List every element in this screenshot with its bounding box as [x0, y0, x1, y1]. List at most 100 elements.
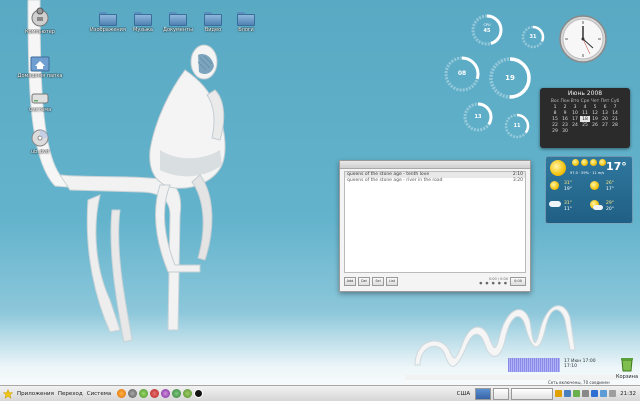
calendar-day[interactable]: 30	[560, 128, 570, 134]
sun-icon	[550, 181, 559, 190]
track-title: queens of the stone age - river in the r…	[347, 178, 443, 183]
calendar-weekday: Вто	[570, 98, 580, 104]
workspace-1[interactable]	[475, 387, 492, 400]
folder-icon	[204, 12, 222, 26]
calendar-title: Июнь 2008	[567, 90, 603, 97]
forecast-lo: 19°	[564, 187, 572, 192]
playback-time: 0:00 / 0:00 ● ● ● ● ●	[479, 277, 508, 285]
trash-label: Корзина	[615, 374, 639, 380]
forecast-hi: 29°	[606, 201, 614, 206]
cloud-icon	[549, 201, 561, 207]
calendar-widget: Июнь 2008 Вос Пон Вто Сре Чет Пят Суб 1 …	[540, 88, 630, 148]
transport-dots[interactable]: ● ● ● ● ●	[479, 281, 508, 285]
battery-icon[interactable]	[573, 390, 581, 397]
workspace-2[interactable]	[493, 387, 510, 400]
folder-icon	[169, 12, 187, 26]
calendar-weekday: Пят	[600, 98, 610, 104]
meter-value: 19	[505, 74, 515, 82]
calendar-weekday: Сре	[580, 98, 590, 104]
sun-icon	[590, 181, 599, 190]
sun-icon	[581, 159, 588, 166]
calendar-weekday: Пон	[560, 98, 570, 104]
keyboard-layout[interactable]: США	[457, 391, 470, 397]
meter-3: 08	[442, 54, 482, 94]
calendar-day	[590, 128, 600, 134]
calendar-grid: Вос Пон Вто Сре Чет Пят Суб 1 2 3 4 5 6 …	[550, 98, 620, 134]
home-folder-icon	[30, 56, 50, 72]
panel-clock[interactable]: 21:32	[620, 391, 636, 397]
playlist-row[interactable]: queens of the stone age - river in the r…	[345, 178, 525, 184]
list-button[interactable]: List	[386, 276, 398, 286]
time-line: 17:10	[564, 364, 577, 369]
files-launcher-icon[interactable]	[183, 389, 193, 398]
menu-system[interactable]: Система	[87, 391, 112, 397]
calendar-weekday: Вос	[550, 98, 560, 104]
player-titlebar[interactable]	[340, 161, 530, 169]
forecast-hi: 26°	[606, 181, 614, 186]
meter-value: 31	[529, 34, 537, 40]
desktop-icon-label: Домашняя папка	[17, 73, 63, 79]
calendar-day	[580, 128, 590, 134]
player-controls: Add Del Sel List 0:00 / 0:00 ● ● ● ● ● 0…	[344, 275, 526, 287]
office-launcher-icon[interactable]	[161, 389, 171, 398]
add-button[interactable]: Add	[344, 276, 356, 286]
calendar-day[interactable]: 29	[550, 128, 560, 134]
star-icon[interactable]	[3, 388, 13, 399]
weather-detail: 97.0 · 59% · 11 m/s	[570, 171, 605, 175]
meter-value: 45	[483, 28, 491, 34]
forecast-lo: 20°	[606, 207, 614, 212]
meter-caption: CPU	[483, 23, 491, 27]
desktop-icon-dvd[interactable]: ub_dvd	[16, 128, 64, 155]
trash-icon	[621, 358, 633, 372]
email-launcher-icon[interactable]	[128, 389, 138, 398]
cloud-icon	[593, 205, 603, 210]
meter-6: 11	[503, 112, 531, 140]
analog-clock-icon	[559, 15, 607, 63]
computer-icon	[31, 7, 49, 27]
power-icon[interactable]	[609, 390, 617, 397]
menu-places[interactable]: Переход	[58, 391, 83, 397]
calendar-day	[570, 128, 580, 134]
meter-5: 13	[461, 100, 495, 134]
drive-icon	[31, 93, 49, 104]
network-icon[interactable]	[564, 390, 572, 397]
taskbar-window[interactable]	[511, 387, 554, 400]
playlist[interactable]: queens of the stone age - tenth love 2:1…	[344, 171, 526, 273]
calendar-day	[600, 128, 610, 134]
desktop-icon-computer[interactable]: Компьютер	[16, 6, 64, 35]
forecast-lo: 17°	[606, 187, 614, 192]
delete-button[interactable]: Del	[358, 276, 370, 286]
messages-icon[interactable]	[600, 390, 608, 397]
chat-launcher-icon[interactable]	[139, 389, 149, 398]
trash[interactable]: Корзина	[614, 356, 640, 380]
folder-icon	[99, 12, 117, 26]
desktop-icon-system[interactable]: Система	[16, 90, 64, 113]
folder-blogs[interactable]: Блоги	[222, 12, 270, 33]
date-readout: 17 Июн 17:00 17:10	[564, 359, 610, 369]
calendar-day	[610, 128, 620, 134]
music-player-window[interactable]: queens of the stone age - tenth love 2:1…	[339, 160, 531, 292]
desktop-icon-label: ub_dvd	[30, 149, 50, 155]
meter-4: 19	[487, 55, 533, 101]
counter-display: 0:00	[510, 276, 526, 286]
menu-applications[interactable]: Приложения	[17, 391, 54, 397]
cd-icon	[31, 129, 49, 147]
weather-temp: 17°	[606, 160, 627, 173]
terminal-launcher-icon[interactable]	[172, 389, 182, 398]
browser-launcher-icon[interactable]	[117, 389, 127, 398]
volume-icon[interactable]	[582, 390, 590, 397]
forecast-hi: 31°	[564, 201, 572, 206]
player-launcher-icon[interactable]	[194, 389, 204, 398]
desktop-icon-label: Система	[28, 107, 52, 113]
update-icon[interactable]	[555, 390, 563, 397]
calendar-weekday: Чет	[590, 98, 600, 104]
desktop-icon-home[interactable]: Домашняя папка	[16, 54, 64, 79]
bluetooth-icon[interactable]	[591, 390, 599, 397]
track-time: 3:20	[512, 178, 523, 183]
select-button[interactable]: Sel	[372, 276, 384, 286]
bottom-panel: Приложения Переход Система США 21:32	[0, 385, 640, 401]
meter-value: 08	[457, 70, 467, 77]
sun-icon	[590, 159, 597, 166]
media-launcher-icon[interactable]	[150, 389, 160, 398]
forecast-lo: 11°	[564, 207, 572, 212]
